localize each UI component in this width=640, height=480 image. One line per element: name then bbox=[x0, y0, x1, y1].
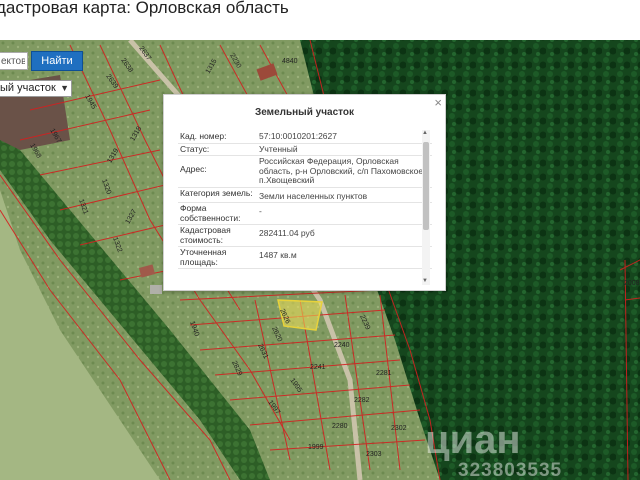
popup-scrollbar-thumb[interactable] bbox=[423, 142, 429, 230]
attribute-value: 1487 кв.м bbox=[259, 250, 297, 260]
parcel-number: 4840 bbox=[282, 58, 298, 65]
parcel-number: 2626 bbox=[278, 308, 291, 325]
attribute-key: Кад. номер: bbox=[180, 131, 227, 141]
parcel-number: 1945 bbox=[83, 94, 97, 111]
parcel-number: 1319 bbox=[106, 147, 120, 164]
attribute-value: Учтенный bbox=[259, 143, 298, 154]
attribute-key: Форма собственности: bbox=[180, 203, 241, 223]
parcel-number: 2230 bbox=[228, 53, 242, 70]
table-row: Кадастровая стоимость: 282411.04 руб bbox=[178, 225, 432, 247]
chevron-down-icon: ▼ bbox=[60, 83, 69, 93]
search-input[interactable] bbox=[0, 52, 28, 70]
parcel-number: 2637 bbox=[137, 45, 152, 62]
attribute-key: Статус: bbox=[180, 143, 210, 154]
parcel-number: 2240 bbox=[334, 342, 350, 349]
parcel-number: 2829 bbox=[230, 360, 243, 377]
table-row: Адрес: Российская Федерация, Орловская о… bbox=[178, 156, 432, 188]
find-button[interactable]: Найти bbox=[31, 51, 83, 71]
parcel-number: 2280 bbox=[332, 423, 348, 430]
watermark-logo: циан bbox=[425, 418, 521, 462]
parcel-number: 2638 bbox=[119, 57, 134, 74]
parcel-number: 2241 bbox=[310, 364, 326, 371]
attribute-key: Кадастровая стоимость: bbox=[180, 225, 231, 245]
attribute-value: Земли населенных пунктов bbox=[259, 190, 368, 201]
object-type-select[interactable]: ый участок ▼ bbox=[0, 80, 72, 97]
parcel-number: 2239 bbox=[358, 314, 371, 331]
attribute-value: 282411.04 руб bbox=[259, 228, 315, 238]
attribute-value: 57:10:0010201:2627 bbox=[259, 131, 337, 141]
popup-title: Земельный участок bbox=[254, 107, 355, 118]
scroll-up-icon[interactable]: ▲ bbox=[422, 130, 428, 136]
parcel-number: 1968 bbox=[28, 143, 42, 160]
close-icon[interactable]: × bbox=[434, 96, 442, 110]
parcel-number: 1995 bbox=[288, 377, 303, 394]
parcel-number: 1999 bbox=[308, 444, 324, 451]
parcel-number: 2008 bbox=[624, 280, 640, 287]
table-row: Форма собственности: - bbox=[178, 203, 432, 225]
parcel-number: 2631 bbox=[256, 343, 269, 360]
attribute-key: Уточненная площадь: bbox=[180, 247, 227, 267]
parcel-number: 1327 bbox=[125, 208, 139, 225]
parcel-number: 2620 bbox=[270, 326, 283, 343]
parcel-number: 1940 bbox=[188, 320, 200, 337]
attribute-key: Категория земель: bbox=[180, 187, 253, 198]
parcel-number: 2302 bbox=[391, 425, 407, 432]
parcel-number: 1320 bbox=[100, 178, 112, 195]
object-type-value: ый участок bbox=[0, 82, 56, 94]
scroll-down-icon[interactable]: ▼ bbox=[422, 278, 428, 284]
parcel-number: 2281 bbox=[376, 370, 392, 377]
parcel-number: 2639 bbox=[104, 73, 119, 90]
table-row: Уточненная площадь: 1487 кв.м bbox=[178, 247, 432, 269]
parcel-attributes-table: Кад. номер: 57:10:0010201:2627 Статус: У… bbox=[178, 131, 432, 269]
attribute-key: Адрес: bbox=[180, 164, 207, 174]
parcel-number: 1315 bbox=[205, 58, 219, 75]
table-row: Категория земель: Земли населенных пункт… bbox=[178, 187, 432, 203]
parcel-number: 1322 bbox=[111, 236, 123, 253]
parcel-number: 1967 bbox=[48, 128, 62, 145]
parcel-info-popup: Земельный участок × Кад. номер: 57:10:00… bbox=[163, 94, 446, 291]
attribute-value: - bbox=[259, 206, 262, 216]
parcel-number: 2303 bbox=[366, 451, 382, 458]
watermark-id: 323803535 bbox=[458, 460, 563, 480]
table-row: Статус: Учтенный bbox=[178, 143, 432, 156]
parcel-number: 1318 bbox=[129, 125, 143, 142]
parcel-number: 2282 bbox=[354, 397, 370, 404]
page-title: дастровая карта: Орловская область bbox=[0, 0, 640, 40]
table-row: Кад. номер: 57:10:0010201:2627 bbox=[178, 131, 432, 144]
parcel-number: 1321 bbox=[77, 198, 89, 215]
attribute-value: Российская Федерация, Орловская область,… bbox=[259, 156, 426, 185]
parcel-number: 1997 bbox=[266, 399, 281, 416]
